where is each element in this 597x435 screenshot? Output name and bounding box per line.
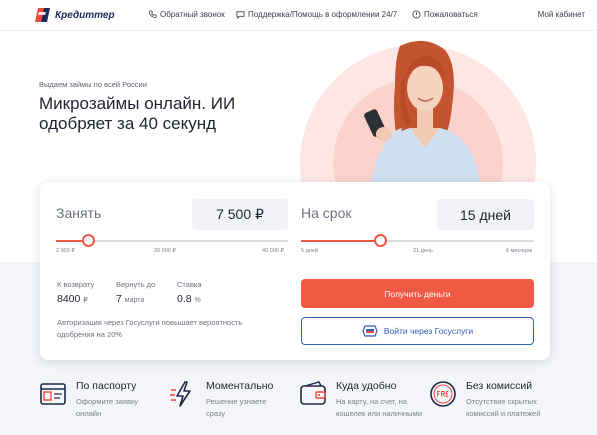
feature-convenient-title: Куда удобно bbox=[336, 380, 397, 392]
term-tick-mid: 21 день bbox=[413, 248, 433, 254]
logo[interactable]: Кредиттер bbox=[35, 6, 115, 24]
support-label: Поддержка/Помощь в оформлении 24/7 bbox=[248, 10, 398, 19]
loan-calculator-card: Занять 7 500 ₽ 2 000 ₽ 20 000 ₽ 40 000 ₽… bbox=[40, 182, 550, 360]
feature-convenient-desc: На карту, на счет, на кошелек или наличн… bbox=[336, 397, 422, 418]
free-badge-icon bbox=[430, 381, 456, 407]
amount-slider[interactable] bbox=[56, 234, 288, 247]
due-date-value: 7 марта bbox=[116, 293, 144, 305]
feature-passport-desc: Оформите заявку онлайн bbox=[76, 397, 139, 418]
feature-instant-title: Моментально bbox=[206, 380, 274, 392]
amount-value-field[interactable]: 7 500 ₽ bbox=[192, 199, 288, 230]
gosuslugi-login-label: Войти через Госуслуги bbox=[383, 326, 474, 336]
callback-link[interactable]: Обратный звонок bbox=[148, 10, 225, 19]
rate-label: Ставка bbox=[177, 280, 202, 289]
rate-number: 0.8 bbox=[177, 293, 192, 305]
support-link[interactable]: Поддержка/Помощь в оформлении 24/7 bbox=[236, 10, 397, 19]
term-value-field[interactable]: 15 дней bbox=[437, 199, 534, 230]
repay-value: 8400 ₽ bbox=[57, 293, 88, 305]
repay-amount: 8400 bbox=[57, 293, 81, 305]
amount-slider-thumb[interactable] bbox=[82, 234, 95, 247]
chat-icon bbox=[236, 11, 245, 19]
gosuslugi-icon bbox=[362, 325, 378, 337]
rate-value: 0.8 % bbox=[177, 293, 201, 305]
feature-instant-desc: Решение узнаете сразу bbox=[206, 397, 267, 418]
gosuslugi-login-button[interactable]: Войти через Госуслуги bbox=[301, 317, 534, 345]
my-cabinet-link[interactable]: Мой кабинет bbox=[538, 10, 585, 19]
complain-link[interactable]: Пожаловаться bbox=[412, 10, 478, 19]
callback-label: Обратный звонок bbox=[160, 10, 225, 19]
amount-tick-max: 40 000 ₽ bbox=[262, 248, 284, 254]
term-slider-thumb[interactable] bbox=[374, 234, 387, 247]
complain-label: Пожаловаться bbox=[424, 10, 478, 19]
hero-woman-image bbox=[364, 40, 480, 186]
hero-subtitle: Выдаем займы по всей России bbox=[39, 80, 147, 89]
repay-label: К возврату bbox=[57, 280, 95, 289]
repay-unit: ₽ bbox=[83, 297, 88, 304]
wallet-icon bbox=[300, 381, 326, 405]
get-money-button[interactable]: Получить деньги bbox=[301, 279, 534, 308]
passport-icon bbox=[40, 383, 66, 405]
amount-tick-min: 2 000 ₽ bbox=[56, 248, 75, 254]
logo-mark-icon bbox=[35, 8, 50, 22]
due-date-month: марта bbox=[124, 297, 145, 304]
feature-passport-title: По паспорту bbox=[76, 380, 137, 392]
site-header: Кредиттер Обратный звонок Поддержка/Помо… bbox=[0, 0, 597, 31]
gosuslugi-note: Авторизация через Госуслуги повышает вер… bbox=[57, 318, 243, 339]
due-date-label: Вернуть до bbox=[116, 280, 156, 289]
phone-icon bbox=[149, 10, 157, 18]
amount-tick-mid: 20 000 ₽ bbox=[154, 248, 176, 254]
due-date-day: 7 bbox=[116, 293, 122, 305]
term-tick-min: 5 дней bbox=[301, 248, 318, 254]
term-tick-max: 6 месяцев bbox=[506, 248, 533, 254]
logo-text: Кредиттер bbox=[55, 9, 115, 21]
hero-title: Микрозаймы онлайн. ИИ одобряет за 40 сек… bbox=[39, 94, 236, 133]
feature-no-fees-desc: Отсутствие скрытых комиссий и платежей bbox=[466, 397, 541, 418]
feature-no-fees-title: Без комиссий bbox=[466, 380, 533, 392]
term-label: На срок bbox=[301, 205, 352, 221]
amount-label: Занять bbox=[56, 205, 102, 221]
term-slider-fill bbox=[301, 240, 380, 242]
flag-icon bbox=[412, 10, 421, 19]
lightning-icon bbox=[170, 381, 191, 407]
rate-unit: % bbox=[194, 297, 201, 304]
term-slider[interactable] bbox=[301, 234, 534, 247]
